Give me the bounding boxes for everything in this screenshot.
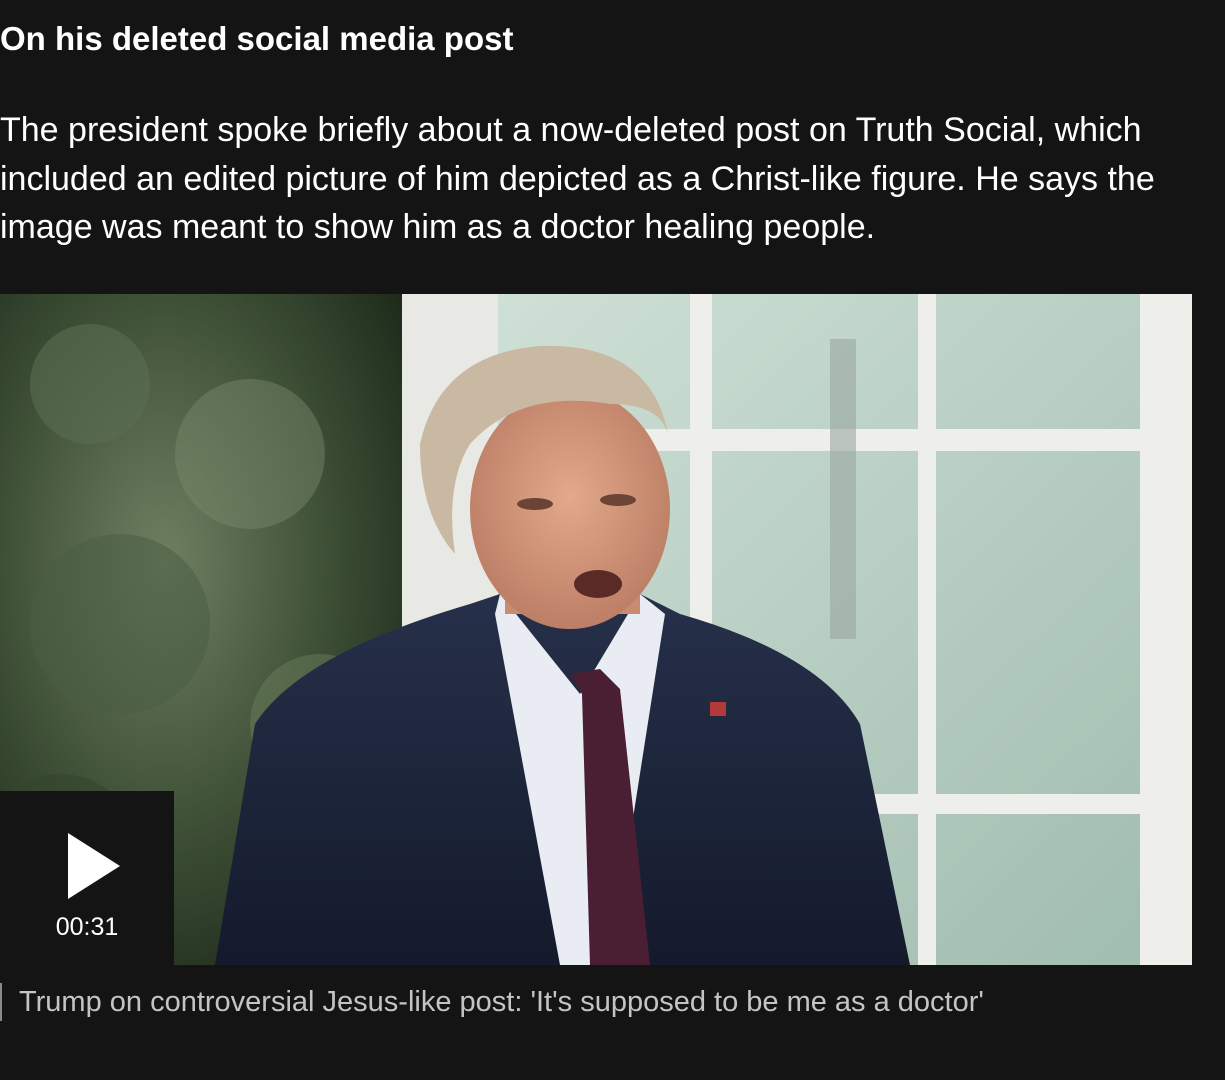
play-icon [68,833,120,899]
section-body-text: The president spoke briefly about a now-… [0,111,1155,246]
video-thumbnail[interactable] [0,294,1192,965]
video-caption: Trump on controversial Jesus-like post: … [19,986,984,1018]
video-player[interactable]: 00:31 [0,294,1192,965]
play-button[interactable]: 00:31 [0,791,174,965]
section-heading: On his deleted social media post [0,20,514,57]
article-page: On his deleted social media post The pre… [0,0,1225,1080]
video-duration: 00:31 [55,913,119,941]
caption-divider [0,983,2,1021]
